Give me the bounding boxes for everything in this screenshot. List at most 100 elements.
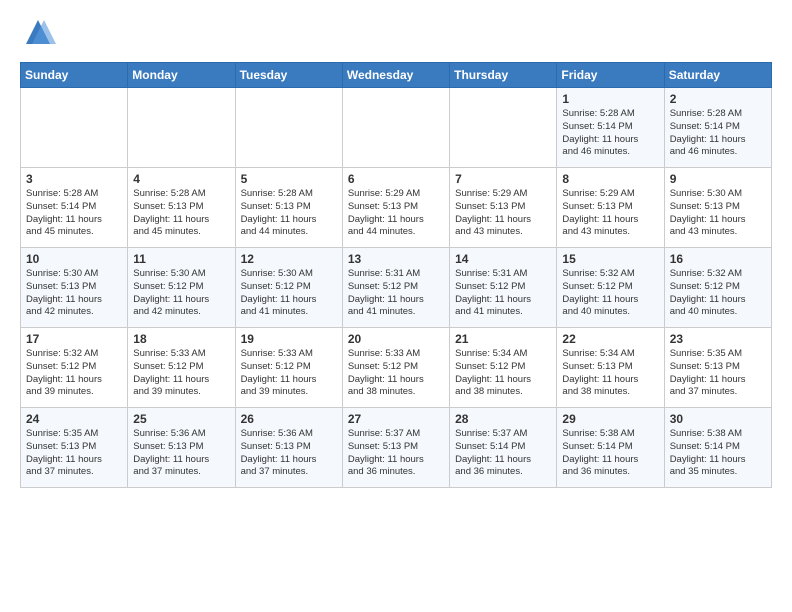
weekday-header: Tuesday <box>235 63 342 88</box>
day-info: Sunrise: 5:37 AM Sunset: 5:14 PM Dayligh… <box>455 428 551 479</box>
day-number: 7 <box>455 172 551 186</box>
day-info: Sunrise: 5:29 AM Sunset: 5:13 PM Dayligh… <box>455 188 551 239</box>
day-info: Sunrise: 5:38 AM Sunset: 5:14 PM Dayligh… <box>562 428 658 479</box>
day-number: 25 <box>133 412 229 426</box>
header <box>20 16 772 52</box>
day-number: 5 <box>241 172 337 186</box>
calendar-week-row: 24 Sunrise: 5:35 AM Sunset: 5:13 PM Dayli… <box>21 408 772 488</box>
day-number: 26 <box>241 412 337 426</box>
calendar-cell: 11 Sunrise: 5:30 AM Sunset: 5:12 PM Dayli… <box>128 248 235 328</box>
weekday-header: Monday <box>128 63 235 88</box>
calendar-cell <box>342 88 449 168</box>
weekday-header: Saturday <box>664 63 771 88</box>
day-info: Sunrise: 5:36 AM Sunset: 5:13 PM Dayligh… <box>241 428 337 479</box>
day-info: Sunrise: 5:30 AM Sunset: 5:12 PM Dayligh… <box>133 268 229 319</box>
logo <box>20 16 62 52</box>
calendar-cell: 25 Sunrise: 5:36 AM Sunset: 5:13 PM Dayli… <box>128 408 235 488</box>
day-info: Sunrise: 5:32 AM Sunset: 5:12 PM Dayligh… <box>562 268 658 319</box>
calendar-cell: 19 Sunrise: 5:33 AM Sunset: 5:12 PM Dayli… <box>235 328 342 408</box>
day-number: 1 <box>562 92 658 106</box>
day-info: Sunrise: 5:28 AM Sunset: 5:14 PM Dayligh… <box>670 108 766 159</box>
day-info: Sunrise: 5:28 AM Sunset: 5:14 PM Dayligh… <box>26 188 122 239</box>
day-number: 20 <box>348 332 444 346</box>
day-number: 9 <box>670 172 766 186</box>
day-info: Sunrise: 5:35 AM Sunset: 5:13 PM Dayligh… <box>26 428 122 479</box>
calendar-cell: 6Sunrise: 5:29 AM Sunset: 5:13 PM Daylig… <box>342 168 449 248</box>
weekday-header: Friday <box>557 63 664 88</box>
calendar-cell: 22 Sunrise: 5:34 AM Sunset: 5:13 PM Dayli… <box>557 328 664 408</box>
calendar-cell: 24 Sunrise: 5:35 AM Sunset: 5:13 PM Dayli… <box>21 408 128 488</box>
calendar-cell: 17 Sunrise: 5:32 AM Sunset: 5:12 PM Dayli… <box>21 328 128 408</box>
day-info: Sunrise: 5:28 AM Sunset: 5:14 PM Dayligh… <box>562 108 658 159</box>
calendar-cell <box>21 88 128 168</box>
calendar-cell: 8 Sunrise: 5:29 AM Sunset: 5:13 PM Daylig… <box>557 168 664 248</box>
weekday-header: Sunday <box>21 63 128 88</box>
calendar-cell: 12 Sunrise: 5:30 AM Sunset: 5:12 PM Dayli… <box>235 248 342 328</box>
calendar-cell: 29 Sunrise: 5:38 AM Sunset: 5:14 PM Dayli… <box>557 408 664 488</box>
day-info: Sunrise: 5:36 AM Sunset: 5:13 PM Dayligh… <box>133 428 229 479</box>
calendar-cell: 23 Sunrise: 5:35 AM Sunset: 5:13 PM Dayli… <box>664 328 771 408</box>
calendar-header-row: SundayMondayTuesdayWednesdayThursdayFrid… <box>21 63 772 88</box>
calendar-cell: 15 Sunrise: 5:32 AM Sunset: 5:12 PM Dayli… <box>557 248 664 328</box>
calendar-cell <box>128 88 235 168</box>
calendar-cell: 18Sunrise: 5:33 AM Sunset: 5:12 PM Dayli… <box>128 328 235 408</box>
weekday-header: Thursday <box>450 63 557 88</box>
day-number: 8 <box>562 172 658 186</box>
day-info: Sunrise: 5:30 AM Sunset: 5:12 PM Dayligh… <box>241 268 337 319</box>
day-info: Sunrise: 5:28 AM Sunset: 5:13 PM Dayligh… <box>133 188 229 239</box>
calendar-cell: 27 Sunrise: 5:37 AM Sunset: 5:13 PM Dayli… <box>342 408 449 488</box>
day-info: Sunrise: 5:31 AM Sunset: 5:12 PM Dayligh… <box>455 268 551 319</box>
day-info: Sunrise: 5:30 AM Sunset: 5:13 PM Dayligh… <box>26 268 122 319</box>
day-info: Sunrise: 5:32 AM Sunset: 5:12 PM Dayligh… <box>26 348 122 399</box>
calendar-cell: 14 Sunrise: 5:31 AM Sunset: 5:12 PM Dayli… <box>450 248 557 328</box>
day-info: Sunrise: 5:33 AM Sunset: 5:12 PM Dayligh… <box>348 348 444 399</box>
day-number: 14 <box>455 252 551 266</box>
calendar-cell: 4 Sunrise: 5:28 AM Sunset: 5:13 PM Daylig… <box>128 168 235 248</box>
day-info: Sunrise: 5:30 AM Sunset: 5:13 PM Dayligh… <box>670 188 766 239</box>
day-number: 22 <box>562 332 658 346</box>
day-number: 17 <box>26 332 122 346</box>
day-number: 28 <box>455 412 551 426</box>
day-info: Sunrise: 5:37 AM Sunset: 5:13 PM Dayligh… <box>348 428 444 479</box>
day-number: 24 <box>26 412 122 426</box>
day-info: Sunrise: 5:29 AM Sunset: 5:13 PM Dayligh… <box>562 188 658 239</box>
day-number: 3 <box>26 172 122 186</box>
day-info: Sunrise: 5:28 AM Sunset: 5:13 PM Dayligh… <box>241 188 337 239</box>
day-info: Sunrise: 5:33 AM Sunset: 5:12 PM Dayligh… <box>241 348 337 399</box>
day-number: 15 <box>562 252 658 266</box>
day-number: 2 <box>670 92 766 106</box>
calendar-cell: 7 Sunrise: 5:29 AM Sunset: 5:13 PM Daylig… <box>450 168 557 248</box>
calendar-cell <box>450 88 557 168</box>
day-info: Sunrise: 5:35 AM Sunset: 5:13 PM Dayligh… <box>670 348 766 399</box>
page: SundayMondayTuesdayWednesdayThursdayFrid… <box>0 0 792 508</box>
day-number: 29 <box>562 412 658 426</box>
day-number: 10 <box>26 252 122 266</box>
calendar-cell <box>235 88 342 168</box>
day-number: 13 <box>348 252 444 266</box>
weekday-header: Wednesday <box>342 63 449 88</box>
calendar-cell: 28 Sunrise: 5:37 AM Sunset: 5:14 PM Dayli… <box>450 408 557 488</box>
day-number: 11 <box>133 252 229 266</box>
calendar: SundayMondayTuesdayWednesdayThursdayFrid… <box>20 62 772 488</box>
day-number: 19 <box>241 332 337 346</box>
day-info: Sunrise: 5:38 AM Sunset: 5:14 PM Dayligh… <box>670 428 766 479</box>
calendar-cell: 21Sunrise: 5:34 AM Sunset: 5:12 PM Dayli… <box>450 328 557 408</box>
calendar-cell: 10 Sunrise: 5:30 AM Sunset: 5:13 PM Dayli… <box>21 248 128 328</box>
day-number: 21 <box>455 332 551 346</box>
day-info: Sunrise: 5:31 AM Sunset: 5:12 PM Dayligh… <box>348 268 444 319</box>
logo-icon <box>20 16 56 52</box>
day-info: Sunrise: 5:32 AM Sunset: 5:12 PM Dayligh… <box>670 268 766 319</box>
calendar-cell: 30Sunrise: 5:38 AM Sunset: 5:14 PM Dayli… <box>664 408 771 488</box>
day-info: Sunrise: 5:33 AM Sunset: 5:12 PM Dayligh… <box>133 348 229 399</box>
day-number: 12 <box>241 252 337 266</box>
calendar-cell: 1 Sunrise: 5:28 AM Sunset: 5:14 PM Daylig… <box>557 88 664 168</box>
day-number: 27 <box>348 412 444 426</box>
day-number: 4 <box>133 172 229 186</box>
calendar-week-row: 17 Sunrise: 5:32 AM Sunset: 5:12 PM Dayli… <box>21 328 772 408</box>
calendar-cell: 13 Sunrise: 5:31 AM Sunset: 5:12 PM Dayli… <box>342 248 449 328</box>
day-number: 16 <box>670 252 766 266</box>
calendar-week-row: 3 Sunrise: 5:28 AM Sunset: 5:14 PM Daylig… <box>21 168 772 248</box>
day-info: Sunrise: 5:29 AM Sunset: 5:13 PM Dayligh… <box>348 188 444 239</box>
day-info: Sunrise: 5:34 AM Sunset: 5:13 PM Dayligh… <box>562 348 658 399</box>
day-number: 23 <box>670 332 766 346</box>
